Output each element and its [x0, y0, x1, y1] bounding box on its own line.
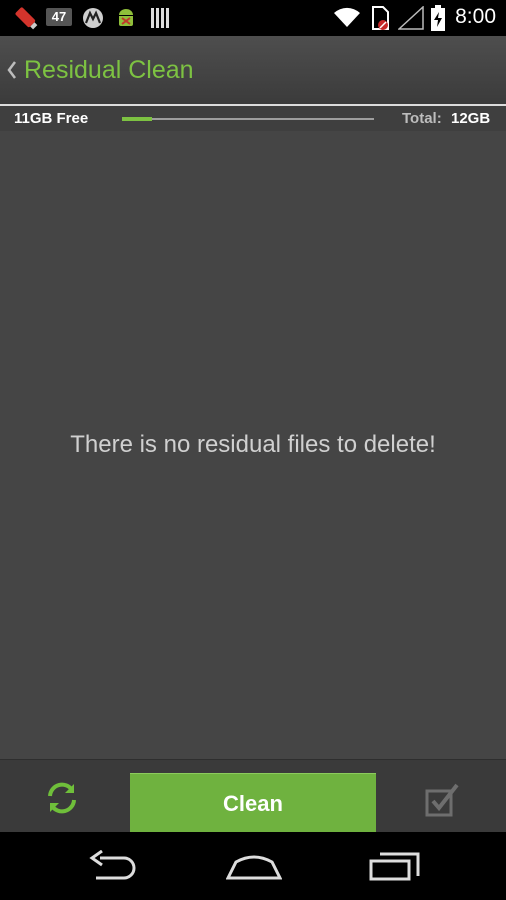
refresh-icon[interactable] [44, 780, 80, 816]
barcode-icon [151, 8, 169, 28]
clean-button[interactable]: Clean [130, 773, 376, 833]
checkbox-checked-icon[interactable] [424, 782, 460, 818]
page-title[interactable]: Residual Clean [24, 56, 194, 85]
recent-apps-icon[interactable] [368, 850, 422, 882]
android-debug-icon [119, 9, 133, 26]
back-arrow-icon[interactable] [86, 850, 138, 882]
signal-icon [398, 6, 424, 30]
system-nav-bar [0, 832, 506, 900]
home-icon[interactable] [226, 850, 282, 882]
usb-debug-icon [15, 7, 38, 30]
total-value: 12GB [451, 110, 491, 127]
storage-progress-fill [122, 117, 153, 121]
motorola-icon [83, 8, 103, 28]
total-label: Total: [402, 110, 442, 127]
notification-count-badge: 47 [46, 8, 72, 26]
status-bar: 47 8:00 [0, 0, 506, 36]
clock: 8:00 [455, 5, 496, 28]
wifi-icon [334, 7, 360, 27]
chevron-left-icon[interactable] [4, 57, 20, 83]
empty-state-message: There is no residual files to delete! [70, 431, 436, 458]
action-bar: Residual Clean [0, 36, 506, 104]
bottom-toolbar: Clean [0, 759, 506, 833]
storage-summary: 11GB Free Total: 12GB [0, 104, 506, 131]
storage-progress-bar [122, 117, 374, 121]
free-space-label: 11GB Free [14, 110, 89, 127]
battery-charging-icon [431, 5, 445, 31]
residual-list: There is no residual files to delete! [0, 131, 506, 759]
no-sim-icon [372, 6, 389, 30]
notification-count: 47 [51, 9, 67, 24]
clean-button-label: Clean [223, 790, 283, 816]
